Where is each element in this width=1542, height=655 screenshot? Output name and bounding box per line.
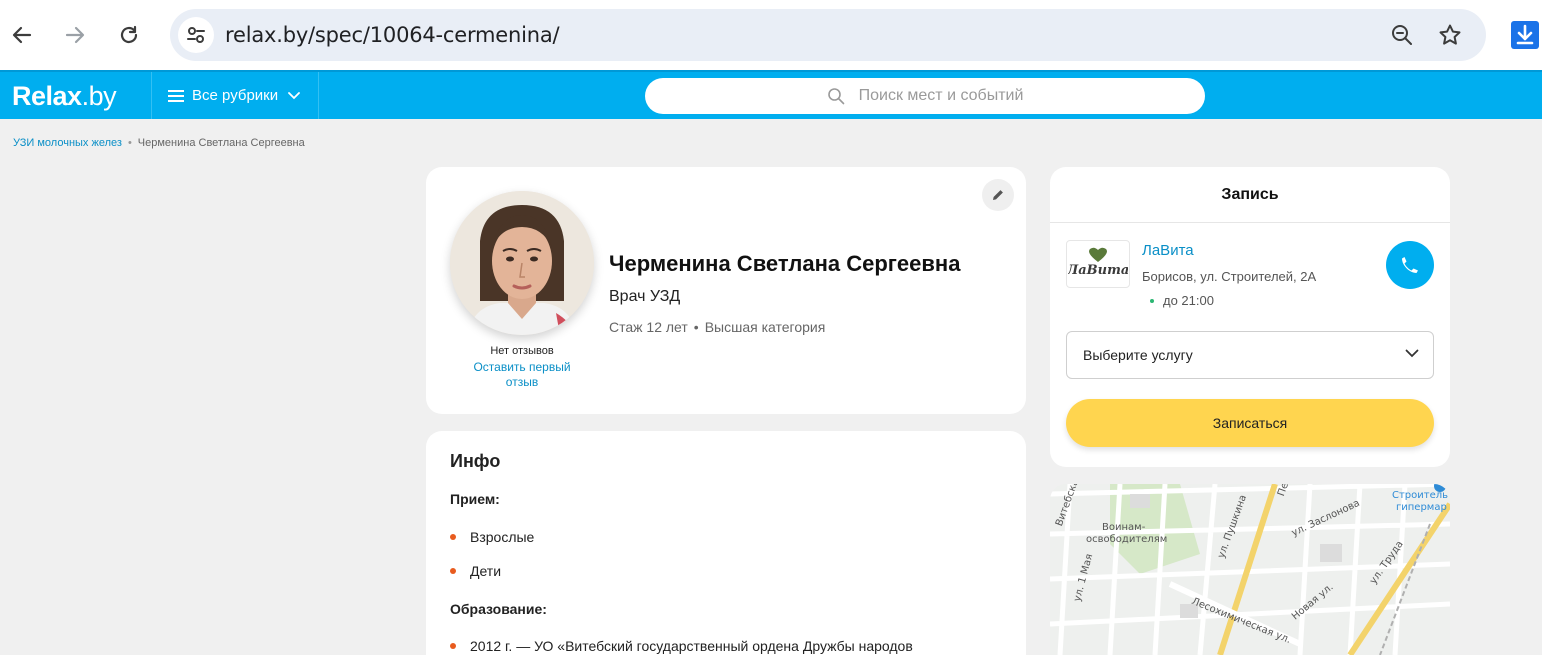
- open-status-dot: [1150, 298, 1154, 303]
- browser-toolbar: relax.by/spec/10064-cermenina/: [0, 0, 1542, 70]
- breadcrumb: УЗИ молочных желез • Черменина Светлана Се…: [13, 137, 305, 149]
- booking-title: Запись: [1221, 186, 1279, 203]
- doctor-specialty: Врач УЗД: [609, 288, 681, 305]
- back-button[interactable]: [4, 17, 40, 53]
- list-item-text: Взрослые: [470, 529, 535, 545]
- back-arrow-icon: [12, 26, 32, 44]
- pencil-icon: [993, 190, 1003, 200]
- phone-icon: [1402, 257, 1418, 273]
- breadcrumb-current: Черменина Светлана Сергеевна: [137, 137, 305, 149]
- search-input[interactable]: Поиск мест и событий: [645, 78, 1205, 114]
- list-item-text: Дети: [470, 563, 502, 579]
- profile-card: Нет отзывов Оставить первый отзыв Чермен…: [426, 167, 1026, 414]
- clinic-name-link[interactable]: ЛаВита: [1142, 242, 1194, 259]
- list-item: Дети: [450, 563, 501, 579]
- breadcrumb-separator: •: [127, 137, 132, 149]
- no-reviews-text: Нет отзывов: [490, 345, 554, 357]
- download-button[interactable]: [1508, 18, 1542, 52]
- clinic-hours: до 21:00: [1150, 293, 1214, 308]
- all-rubrics-menu[interactable]: Все рубрики: [168, 72, 301, 119]
- logo-text: Relax: [12, 81, 82, 111]
- map-poi-label: Строитель: [1392, 490, 1449, 501]
- chevron-down-icon: [1405, 349, 1419, 358]
- doctor-category: Высшая категория: [704, 319, 826, 335]
- zoom-button[interactable]: [1388, 21, 1416, 49]
- list-item: Взрослые: [450, 529, 534, 545]
- site-info-button[interactable]: [178, 17, 214, 53]
- map-place-label: освободителям: [1086, 534, 1168, 545]
- forward-button[interactable]: [57, 17, 93, 53]
- list-item: 2012 г. — УО «Витебский государственный …: [450, 638, 913, 654]
- divider: [1050, 222, 1450, 223]
- search-placeholder: Поиск мест и событий: [858, 87, 1024, 104]
- reload-icon: [120, 25, 138, 44]
- service-select[interactable]: Выберите услугу: [1066, 331, 1434, 379]
- map-poi-label: гипермар: [1396, 502, 1447, 513]
- bookmark-button[interactable]: [1436, 21, 1464, 49]
- url-text[interactable]: relax.by/spec/10064-cermenina/: [225, 23, 560, 47]
- edit-button[interactable]: [982, 179, 1014, 211]
- download-icon: [1511, 21, 1539, 49]
- bookmark-star-icon: [1439, 24, 1461, 45]
- leave-review-link[interactable]: Оставить первый отзыв: [462, 360, 582, 390]
- all-rubrics-label: Все рубрики: [192, 87, 279, 104]
- header-divider: [318, 72, 319, 119]
- doctor-meta: Стаж 12 лет • Высшая категория: [609, 319, 826, 335]
- site-header: Relax.by Все рубрики Поиск мест и событи…: [0, 70, 1542, 119]
- map[interactable]: Витебская ул. Воинам- освободителям ул. …: [1050, 484, 1450, 655]
- book-button[interactable]: Записаться: [1066, 399, 1434, 447]
- site-logo[interactable]: Relax.by: [12, 81, 117, 112]
- forward-arrow-icon: [65, 26, 85, 44]
- list-item-text: 2012 г. — УО «Витебский государственный …: [470, 638, 913, 654]
- reload-button[interactable]: [111, 17, 147, 53]
- reception-heading: Прием:: [450, 491, 500, 507]
- info-card: Инфо Прием: Взрослые Дети Образование: 2…: [426, 431, 1026, 655]
- map-place-label: Воинам-: [1102, 522, 1146, 533]
- clinic-logo-text: ЛаВита: [1068, 263, 1128, 278]
- doctor-experience: Стаж 12 лет: [609, 319, 688, 335]
- doctor-name: Черменина Светлана Сергеевна: [609, 251, 961, 276]
- booking-card: Запись ЛаВита ЛаВита Борисов, ул. Строит…: [1050, 167, 1450, 467]
- info-title: Инфо: [450, 451, 501, 471]
- service-select-label: Выберите услугу: [1083, 347, 1193, 363]
- call-button[interactable]: [1386, 241, 1434, 289]
- address-bar[interactable]: relax.by/spec/10064-cermenina/: [170, 9, 1486, 61]
- header-divider: [151, 72, 152, 119]
- chevron-down-icon: [288, 91, 301, 99]
- clinic-logo[interactable]: ЛаВита: [1066, 240, 1130, 288]
- hamburger-icon: [168, 89, 184, 102]
- zoom-out-icon: [1392, 25, 1412, 45]
- doctor-avatar: [450, 191, 594, 335]
- education-heading: Образование:: [450, 601, 547, 617]
- clinic-address: Борисов, ул. Строителей, 2А: [1142, 269, 1317, 284]
- breadcrumb-link[interactable]: УЗИ молочных желез: [13, 137, 122, 149]
- site-info-icon: [187, 27, 205, 43]
- logo-suffix: .by: [81, 81, 117, 111]
- search-icon: [827, 88, 844, 105]
- clinic-hours-text: до 21:00: [1163, 293, 1214, 308]
